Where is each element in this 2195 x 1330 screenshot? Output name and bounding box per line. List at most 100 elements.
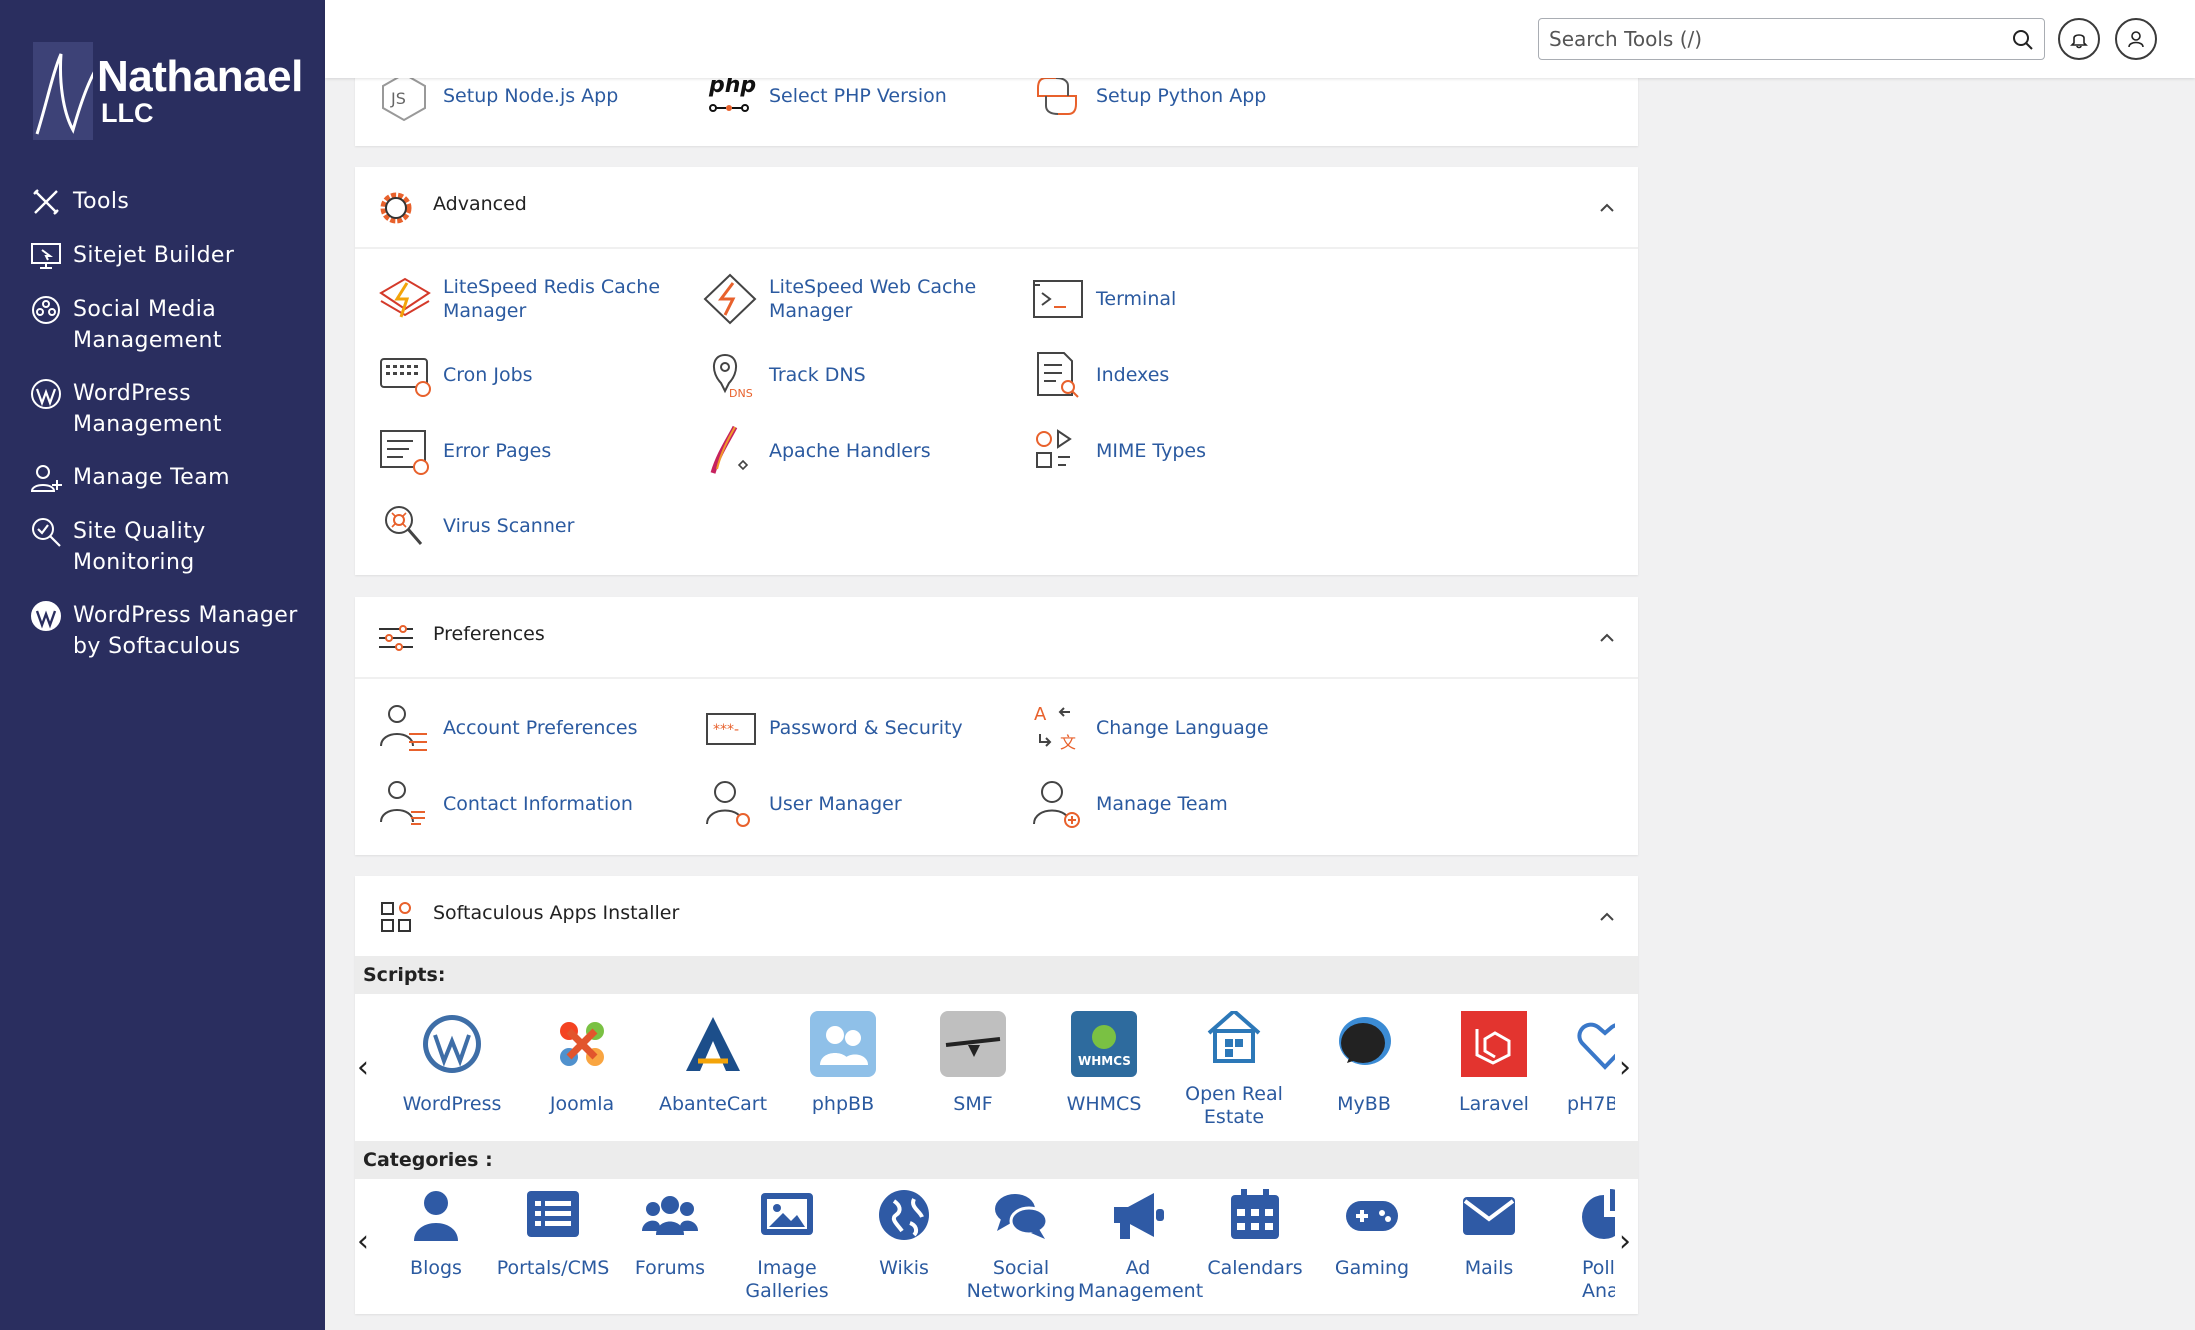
- script-abantecart[interactable]: AbanteCart: [653, 1011, 773, 1116]
- category-calendars[interactable]: Calendars: [1195, 1187, 1315, 1280]
- notifications-button[interactable]: [2058, 18, 2100, 60]
- search-input[interactable]: [1549, 25, 1989, 53]
- script-wordpress[interactable]: WordPress: [392, 1011, 512, 1116]
- softaculous-panel-header[interactable]: Softaculous Apps Installer: [355, 876, 1638, 958]
- tool-litespeed-web[interactable]: LiteSpeed Web Cache Manager: [699, 269, 1019, 329]
- sidebar-nav: Tools Sitejet Builder Social Media Manag…: [0, 186, 325, 684]
- list-icon: [525, 1187, 581, 1243]
- category-polls-analytics[interactable]: Polls a Analy: [1546, 1187, 1615, 1303]
- mybb-logo-icon: [1331, 1011, 1397, 1077]
- category-blogs[interactable]: Blogs: [376, 1187, 496, 1280]
- tool-account-preferences[interactable]: Account Preferences: [373, 698, 693, 758]
- chevron-up-icon[interactable]: [1596, 627, 1618, 649]
- category-label: Wikis: [879, 1257, 929, 1279]
- category-image-galleries[interactable]: Image Galleries: [727, 1187, 847, 1303]
- tool-manage-team[interactable]: Manage Team: [1026, 774, 1346, 834]
- categories-carousel: Blogs Portals/CMS Forums Image Galleries…: [375, 1187, 1615, 1312]
- tool-apache-handlers[interactable]: Apache Handlers: [699, 421, 1019, 481]
- script-label: Laravel: [1459, 1093, 1529, 1115]
- script-open-real-estate[interactable]: Open Real Estate: [1174, 1011, 1294, 1129]
- sidebar-item-manage-team[interactable]: Manage Team: [0, 462, 325, 494]
- script-label: SMF: [953, 1093, 993, 1115]
- panel-title: Preferences: [433, 623, 545, 645]
- brand-logo[interactable]: Nathanael LLC: [33, 42, 303, 142]
- script-label: Open Real Estate: [1185, 1083, 1283, 1128]
- wordpress-icon: [30, 600, 62, 632]
- tool-change-language[interactable]: A文 Change Language: [1026, 698, 1346, 758]
- brand-name: Nathanael: [97, 52, 303, 101]
- sidebar-item-label: WordPress Management: [73, 381, 222, 437]
- social-media-icon: [30, 294, 62, 326]
- script-ph7builder[interactable]: pH7Bu: [1545, 1011, 1615, 1116]
- script-label: pH7Bu: [1567, 1093, 1615, 1115]
- tool-label: Setup Python App: [1096, 85, 1267, 107]
- site-quality-icon: [30, 516, 62, 548]
- categories-next-button[interactable]: ›: [1619, 1224, 1631, 1259]
- search-icon[interactable]: [2012, 29, 2034, 51]
- tool-password-security[interactable]: ***- Password & Security: [699, 698, 1019, 758]
- sidebar-item-social-media[interactable]: Social Media Management: [0, 294, 325, 356]
- tool-label: Setup Node.js App: [443, 85, 619, 107]
- tool-litespeed-redis[interactable]: LiteSpeed Redis Cache Manager: [373, 269, 693, 329]
- tool-label: Apache Handlers: [769, 440, 931, 462]
- apps-grid-icon: [381, 902, 411, 932]
- category-gaming[interactable]: Gaming: [1312, 1187, 1432, 1280]
- sidebar-item-wordpress-manager[interactable]: WordPress Manager by Softaculous: [0, 600, 325, 662]
- script-laravel[interactable]: Laravel: [1434, 1011, 1554, 1116]
- category-ad-management[interactable]: Ad Management: [1078, 1187, 1203, 1303]
- tool-label: User Manager: [769, 793, 902, 815]
- gamepad-icon: [1344, 1187, 1400, 1243]
- advanced-panel-header[interactable]: Advanced: [355, 167, 1638, 249]
- tool-contact-information[interactable]: Contact Information: [373, 774, 693, 834]
- chevron-up-icon[interactable]: [1596, 906, 1618, 928]
- tool-cron-jobs[interactable]: Cron Jobs: [373, 345, 693, 405]
- house-logo-icon: [1201, 1011, 1267, 1069]
- chevron-up-icon[interactable]: [1596, 197, 1618, 219]
- category-forums[interactable]: Forums: [610, 1187, 730, 1280]
- sidebar-item-label: Site Quality Monitoring: [73, 519, 206, 575]
- sitejet-icon: [30, 240, 62, 272]
- track-dns-icon: DNS: [699, 347, 761, 403]
- user-account-button[interactable]: [2115, 18, 2157, 60]
- user-manager-icon: [699, 776, 761, 832]
- categories-prev-button[interactable]: ‹: [357, 1224, 369, 1259]
- tool-indexes[interactable]: Indexes: [1026, 345, 1346, 405]
- preferences-panel-header[interactable]: Preferences: [355, 597, 1638, 679]
- script-phpbb[interactable]: phpBB: [783, 1011, 903, 1116]
- scripts-bar: Scripts:: [355, 956, 1638, 994]
- tool-mime-types[interactable]: MIME Types: [1026, 421, 1346, 481]
- tool-terminal[interactable]: Terminal: [1026, 269, 1346, 329]
- script-smf[interactable]: SMF: [913, 1011, 1033, 1116]
- category-label: Gaming: [1334, 1257, 1410, 1279]
- tool-label: Contact Information: [443, 793, 633, 815]
- script-mybb[interactable]: MyBB: [1304, 1011, 1424, 1116]
- category-wikis[interactable]: Wikis: [844, 1187, 964, 1280]
- sidebar-item-tools[interactable]: Tools: [0, 186, 325, 218]
- scripts-next-button[interactable]: ›: [1619, 1050, 1631, 1085]
- categories-bar: Categories :: [355, 1141, 1638, 1179]
- category-mails[interactable]: Mails: [1429, 1187, 1549, 1280]
- script-joomla[interactable]: Joomla: [522, 1011, 642, 1116]
- scripts-prev-button[interactable]: ‹: [357, 1050, 369, 1085]
- svg-text:文: 文: [1060, 733, 1076, 752]
- tool-error-pages[interactable]: Error Pages: [373, 421, 693, 481]
- sidebar-item-label: Social Media Management: [73, 297, 222, 353]
- tool-user-manager[interactable]: User Manager: [699, 774, 1019, 834]
- tool-virus-scanner[interactable]: Virus Scanner: [373, 496, 693, 556]
- script-label: WHMCS: [1066, 1093, 1142, 1115]
- tool-label: Manage Team: [1096, 793, 1228, 815]
- sidebar-item-sitejet[interactable]: Sitejet Builder: [0, 240, 325, 272]
- svg-text:DNS: DNS: [729, 387, 753, 400]
- category-social-networking[interactable]: Social Networking: [961, 1187, 1081, 1303]
- mime-icon: [1026, 423, 1088, 479]
- tool-label: Indexes: [1096, 364, 1170, 386]
- sidebar-item-wordpress-management[interactable]: WordPress Management: [0, 378, 325, 440]
- svg-text:JS: JS: [390, 89, 406, 108]
- script-whmcs[interactable]: WHMCS WHMCS: [1044, 1011, 1164, 1116]
- sidebar-item-site-quality[interactable]: Site Quality Monitoring: [0, 516, 325, 578]
- tool-track-dns[interactable]: DNS Track DNS: [699, 345, 1019, 405]
- category-label: Portals/CMS: [496, 1257, 610, 1279]
- category-portals[interactable]: Portals/CMS: [493, 1187, 613, 1280]
- tool-label: Select PHP Version: [769, 85, 947, 107]
- sidebar-item-label: Sitejet Builder: [73, 243, 235, 268]
